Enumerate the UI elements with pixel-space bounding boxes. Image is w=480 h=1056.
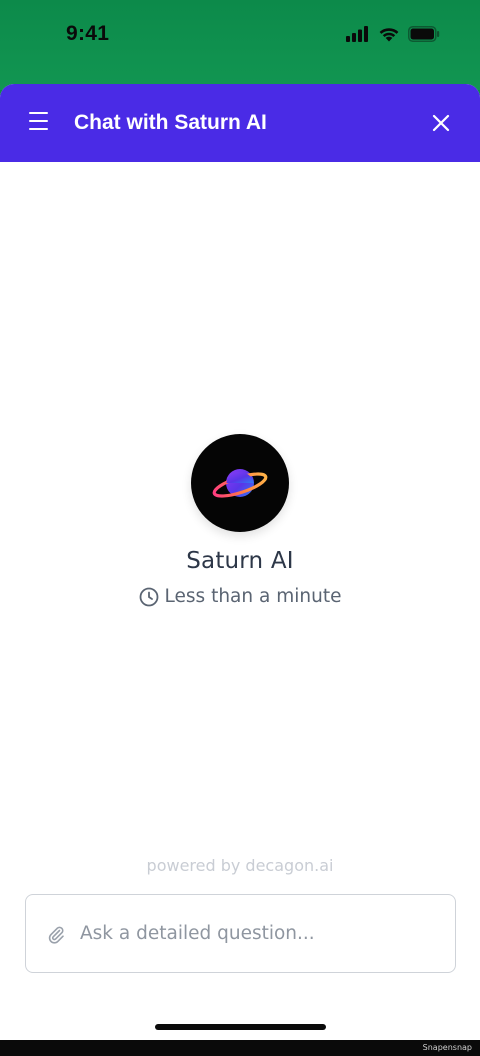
signal-icon: [346, 26, 368, 42]
watermark: Snapensnap: [422, 1043, 472, 1052]
battery-icon: [408, 26, 440, 42]
chat-title: Chat with Saturn AI: [74, 111, 267, 134]
message-input[interactable]: [80, 923, 440, 944]
home-indicator: [155, 1024, 326, 1030]
powered-by-link[interactable]: powered by decagon.ai: [0, 856, 480, 875]
message-composer: [25, 894, 456, 973]
status-bar: 9:41: [0, 0, 480, 90]
hamburger-menu-icon[interactable]: [28, 112, 50, 134]
clock-icon: [139, 587, 158, 606]
paperclip-icon[interactable]: [46, 924, 66, 944]
saturn-planet-icon: [212, 469, 268, 498]
chat-widget: Chat with Saturn AI Saturn AI Less than …: [0, 84, 480, 1040]
bottom-strip: [0, 1040, 480, 1056]
chat-header: Chat with Saturn AI: [0, 84, 480, 162]
status-time: 9:41: [66, 22, 110, 45]
agent-intro: Saturn AI Less than a minute: [0, 434, 480, 607]
wifi-icon: [379, 28, 399, 42]
close-icon[interactable]: [432, 114, 450, 132]
response-time: Less than a minute: [0, 586, 480, 607]
status-icons: [346, 26, 440, 42]
agent-name: Saturn AI: [186, 548, 294, 574]
avatar: [191, 434, 289, 532]
response-time-label: Less than a minute: [164, 586, 342, 607]
